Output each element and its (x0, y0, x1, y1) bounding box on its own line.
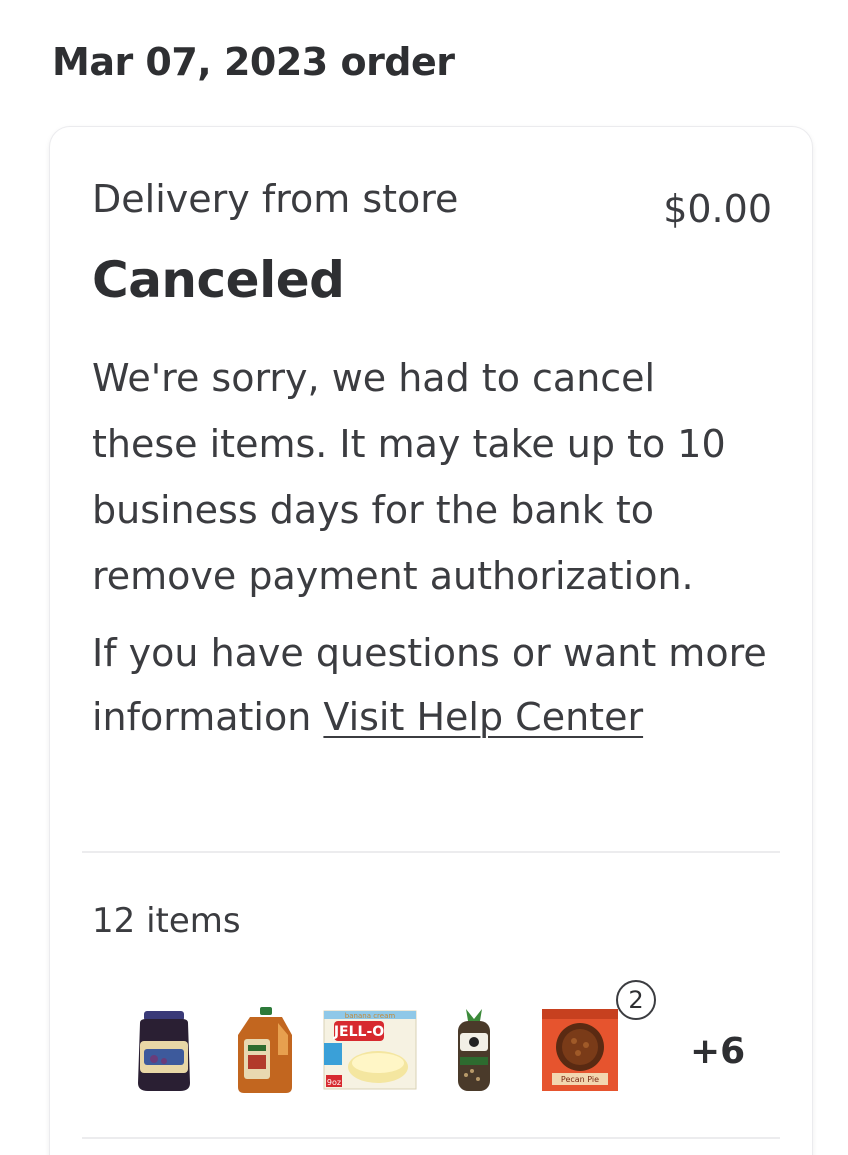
quantity-badge: 2 (616, 980, 656, 1020)
order-card[interactable]: Delivery from store $0.00 Canceled We're… (50, 127, 812, 1155)
order-total: $0.00 (663, 187, 772, 231)
divider (82, 851, 780, 853)
order-date-title: Mar 07, 2023 order (52, 40, 455, 84)
pie-product-thumbnail: Pecan Pie (542, 1009, 618, 1091)
more-items-count[interactable]: +6 (690, 1031, 745, 1072)
help-text: If you have questions or want more infor… (92, 621, 772, 749)
jar-product-thumbnail (138, 1011, 190, 1091)
visit-help-center-link[interactable]: Visit Help Center (323, 695, 643, 739)
svg-text:banana cream: banana cream (345, 1012, 396, 1020)
bread-loaf-product-thumbnail (458, 1009, 490, 1091)
fulfillment-type: Delivery from store (92, 177, 459, 221)
pie-label: Pecan Pie (561, 1075, 599, 1084)
divider (82, 1137, 780, 1139)
svg-text:9oz: 9oz (327, 1078, 341, 1087)
svg-text:JELL-O: JELL-O (333, 1024, 384, 1040)
cancellation-message: We're sorry, we had to cancel these item… (92, 356, 726, 598)
order-status: Canceled (92, 251, 345, 309)
item-count: 12 items (92, 901, 241, 941)
pudding-box-product-thumbnail: banana cream JELL-O 9oz (323, 1010, 417, 1090)
item-thumbnails[interactable]: banana cream JELL-O 9oz Pecan Pie (110, 1005, 770, 1105)
tea-jug-product-thumbnail (238, 1007, 292, 1093)
